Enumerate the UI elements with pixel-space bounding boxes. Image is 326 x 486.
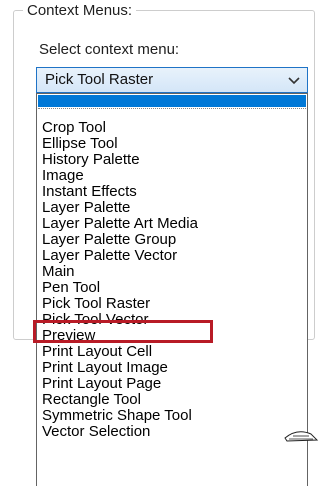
list-item[interactable]: Symmetric Shape Tool xyxy=(38,408,306,424)
list-item[interactable]: Layer Palette Art Media xyxy=(38,216,306,232)
list-item[interactable]: Print Layout Page xyxy=(38,376,306,392)
list-item[interactable]: Layer Palette Vector xyxy=(38,248,306,264)
list-item-selected[interactable]: Pick Tool Raster xyxy=(38,296,306,312)
list-item[interactable]: Main xyxy=(38,264,306,280)
pointer-cursor-icon xyxy=(284,431,319,442)
group-title: Context Menus: xyxy=(23,1,137,21)
list-item[interactable]: Ellipse Tool xyxy=(38,136,306,152)
list-item[interactable]: Vector Selection xyxy=(38,424,306,440)
list-item[interactable]: Print Layout Image xyxy=(38,360,306,376)
list-item[interactable]: Layer Palette xyxy=(38,200,306,216)
select-context-menu-label: Select context menu: xyxy=(39,41,180,58)
chevron-down-icon[interactable] xyxy=(287,70,301,90)
list-item[interactable]: Layer Palette Group xyxy=(38,232,306,248)
list-item[interactable]: History Palette xyxy=(38,152,306,168)
list-item[interactable]: Crop Tool xyxy=(38,120,306,136)
list-item[interactable]: Pen Tool xyxy=(38,280,306,296)
list-item[interactable]: Image xyxy=(38,168,306,184)
dropdown-blank-option[interactable] xyxy=(38,95,306,107)
list-item[interactable]: Instant Effects xyxy=(38,184,306,200)
list-item[interactable]: Rectangle Tool xyxy=(38,392,306,408)
list-item[interactable]: Print Layout Cell xyxy=(38,344,306,360)
annotation-highlight-box xyxy=(33,320,213,343)
context-menu-dropdown-list[interactable]: Crop Tool Ellipse Tool History Palette I… xyxy=(36,93,308,486)
combo-selected-value: Pick Tool Raster xyxy=(45,71,154,88)
dropdown-separator xyxy=(38,108,306,114)
context-menu-combobox[interactable]: Pick Tool Raster xyxy=(36,67,308,93)
